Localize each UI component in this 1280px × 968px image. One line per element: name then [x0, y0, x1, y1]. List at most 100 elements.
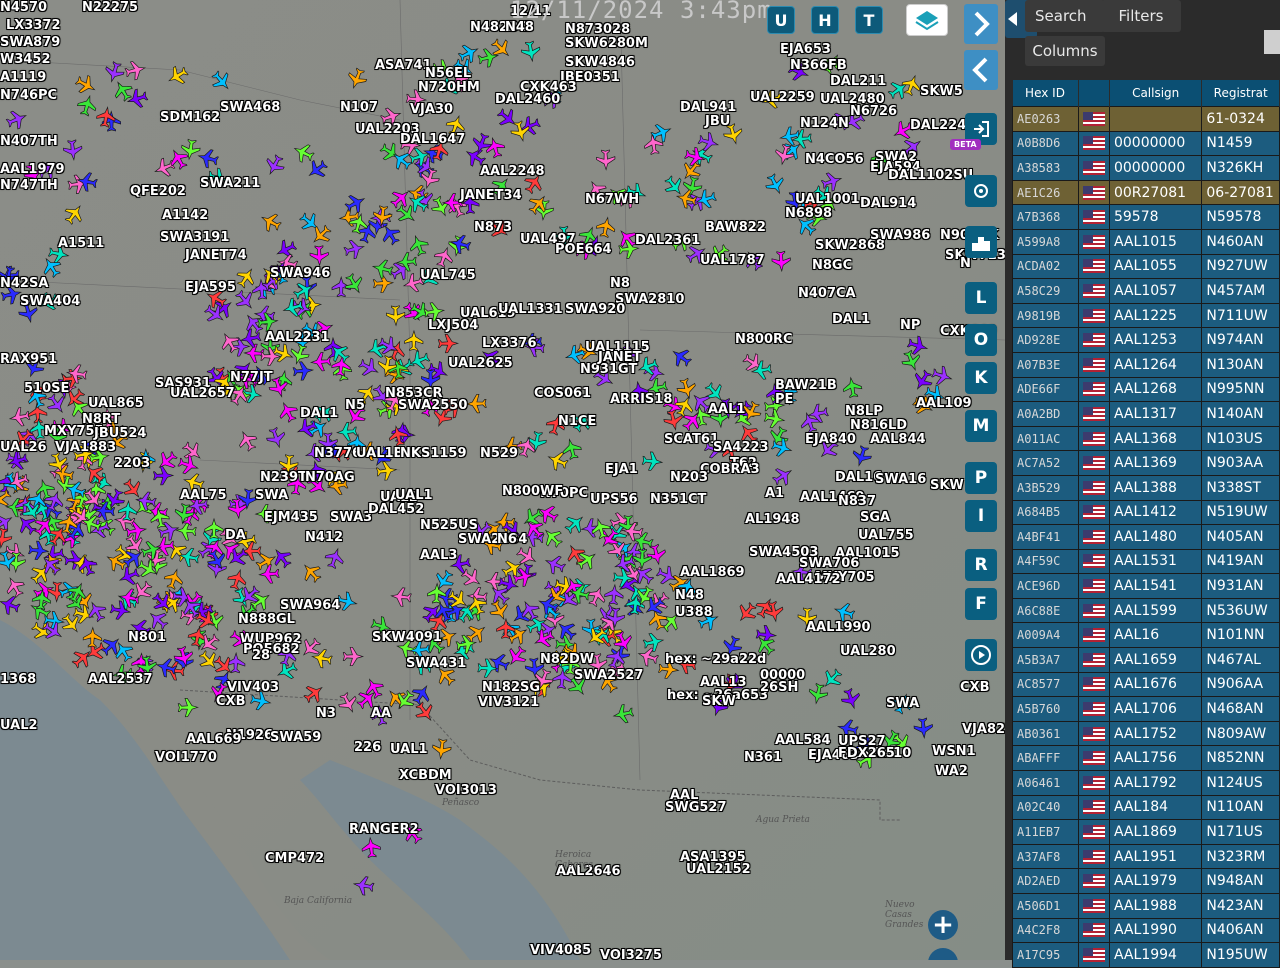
- aircraft-icon[interactable]: [356, 355, 382, 380]
- aircraft-label[interactable]: N8LP: [845, 404, 883, 419]
- aircraft-icon[interactable]: [262, 152, 287, 178]
- aircraft-label[interactable]: POE664: [555, 242, 612, 257]
- replay-button[interactable]: [965, 639, 997, 671]
- aircraft-icon[interactable]: [641, 451, 664, 471]
- aircraft-label[interactable]: AAL3: [420, 548, 457, 563]
- aircraft-label[interactable]: UAL745: [420, 268, 476, 283]
- aircraft-label[interactable]: 28: [252, 648, 270, 663]
- aircraft-label[interactable]: SWA2810: [615, 292, 684, 307]
- table-row[interactable]: A5B3A7 AAL1659 N467AL: [1012, 647, 1280, 673]
- aircraft-label[interactable]: UAL1B: [356, 446, 403, 461]
- table-row[interactable]: AC8577 AAL1676 N906AA: [1012, 671, 1280, 698]
- aircraft-label[interactable]: N407CA: [798, 286, 856, 301]
- aircraft-icon[interactable]: [343, 238, 367, 261]
- aircraft-icon[interactable]: [304, 156, 331, 182]
- aircraft-label[interactable]: QFE202: [130, 184, 186, 199]
- aircraft-label[interactable]: JANET34: [460, 188, 522, 203]
- aircraft-label[interactable]: UAL1787: [700, 253, 765, 268]
- aircraft-label[interactable]: SWA: [886, 696, 919, 711]
- aircraft-label[interactable]: SWA946: [270, 266, 330, 281]
- aircraft-icon[interactable]: [345, 66, 369, 91]
- aircraft-icon[interactable]: [636, 645, 660, 669]
- aircraft-icon[interactable]: [560, 437, 583, 460]
- aircraft-icon[interactable]: [113, 510, 136, 531]
- aircraft-icon[interactable]: [525, 191, 552, 218]
- aircraft-label[interactable]: SWA920: [565, 302, 625, 317]
- aircraft-label[interactable]: N529: [480, 446, 518, 461]
- aircraft-label[interactable]: CMP472: [265, 851, 324, 866]
- aircraft-label[interactable]: N6726: [850, 104, 897, 119]
- aircraft-label[interactable]: A1119: [0, 70, 46, 85]
- aircraft-label[interactable]: N873028: [565, 22, 630, 37]
- aircraft-label[interactable]: SWA431: [406, 656, 466, 671]
- aircraft-label[interactable]: RAX951: [0, 352, 57, 367]
- aircraft-label[interactable]: SWA: [255, 488, 288, 503]
- aircraft-icon[interactable]: [271, 342, 296, 366]
- aircraft-icon[interactable]: [208, 68, 235, 95]
- aircraft-label[interactable]: AAL109: [916, 396, 972, 411]
- aircraft-label[interactable]: N203: [670, 470, 708, 485]
- aircraft-label[interactable]: COBRA3: [700, 462, 760, 477]
- aircraft-label[interactable]: XCBDM: [399, 768, 452, 783]
- aircraft-label[interactable]: N67WH: [585, 192, 639, 207]
- aircraft-icon[interactable]: [2, 574, 28, 600]
- aircraft-label[interactable]: PE: [775, 392, 793, 407]
- aircraft-label[interactable]: VOI3013: [435, 783, 497, 798]
- settings-button[interactable]: [965, 175, 997, 207]
- aircraft-icon[interactable]: [604, 646, 628, 671]
- aircraft-label[interactable]: N6: [497, 532, 517, 547]
- aircraft-label[interactable]: N5: [345, 398, 365, 413]
- aircraft-label[interactable]: WSN1: [932, 744, 976, 759]
- stats-button[interactable]: [965, 226, 997, 258]
- layers-button[interactable]: [906, 4, 948, 36]
- aircraft-label[interactable]: SWG527: [665, 800, 727, 815]
- aircraft-icon[interactable]: [642, 631, 665, 653]
- aircraft-label[interactable]: SWA16: [875, 472, 926, 487]
- aircraft-icon[interactable]: [469, 131, 493, 156]
- aircraft-icon[interactable]: [465, 394, 487, 414]
- aircraft-label[interactable]: SWA2550: [398, 398, 467, 413]
- aircraft-label[interactable]: N366FB: [790, 58, 847, 73]
- aircraft-label[interactable]: N837: [838, 494, 876, 509]
- table-row[interactable]: AD2AED AAL1979 N948AN: [1012, 868, 1280, 894]
- aircraft-label[interactable]: A1511: [58, 236, 104, 251]
- aircraft-icon[interactable]: [4, 107, 29, 132]
- toggle-button-k[interactable]: K: [965, 362, 997, 394]
- aircraft-label[interactable]: EJA840: [805, 432, 856, 447]
- aircraft-icon[interactable]: [298, 559, 325, 586]
- aircraft-label[interactable]: VIV3121: [478, 695, 539, 710]
- aircraft-icon[interactable]: [61, 201, 87, 228]
- aircraft-label[interactable]: UAL865: [88, 396, 144, 411]
- aircraft-label[interactable]: AAL13: [700, 675, 747, 690]
- aircraft-icon[interactable]: [177, 697, 199, 718]
- aircraft-label[interactable]: N747TH: [0, 178, 58, 193]
- aircraft-label[interactable]: AAL669: [186, 732, 242, 747]
- aircraft-label[interactable]: JBU524: [94, 426, 146, 441]
- aircraft-icon[interactable]: [103, 60, 126, 84]
- aircraft-icon[interactable]: [335, 422, 358, 442]
- aircraft-label[interactable]: VJA827: [962, 722, 1005, 737]
- aircraft-icon[interactable]: [258, 209, 284, 234]
- aircraft-icon[interactable]: [820, 170, 844, 194]
- aircraft-label[interactable]: ASA741: [375, 58, 432, 73]
- search-button[interactable]: Search: [1025, 0, 1105, 32]
- aircraft-label[interactable]: N77JT: [230, 370, 273, 385]
- aircraft-icon[interactable]: [437, 333, 460, 354]
- aircraft-icon[interactable]: [790, 129, 813, 149]
- aircraft-icon[interactable]: [763, 408, 786, 430]
- aircraft-label[interactable]: UAL2152: [686, 862, 751, 877]
- toggle-button-r[interactable]: R: [965, 549, 997, 581]
- aircraft-label[interactable]: SWA59: [270, 730, 321, 745]
- aircraft-label[interactable]: SDM162: [160, 110, 220, 125]
- aircraft-icon[interactable]: [770, 436, 794, 459]
- aircraft-icon[interactable]: [477, 46, 500, 68]
- table-row[interactable]: A7B368 59578 N59578: [1012, 204, 1280, 230]
- table-row[interactable]: A009A4 AAL16 N101NN: [1012, 622, 1280, 649]
- aircraft-label[interactable]: W3452: [0, 52, 51, 67]
- table-row[interactable]: AE0263 61-0324: [1012, 106, 1280, 132]
- aircraft-icon[interactable]: [153, 466, 175, 486]
- aircraft-icon[interactable]: [913, 717, 933, 740]
- aircraft-icon[interactable]: [487, 598, 512, 624]
- aircraft-label[interactable]: N56EL: [425, 66, 471, 81]
- aircraft-icon[interactable]: [819, 665, 846, 692]
